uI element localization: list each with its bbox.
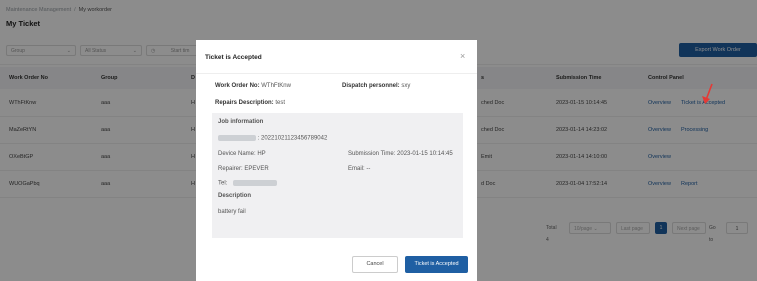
dispatch-field: Dispatch personnel: sxy xyxy=(342,83,410,89)
tel-row: Tel: xyxy=(218,180,278,187)
redacted-label xyxy=(218,135,256,141)
dialog-divider xyxy=(196,73,477,74)
description-value: battery fail xyxy=(218,209,246,215)
ticket-accepted-dialog: Ticket is Accepted × Work Order No: WThF… xyxy=(196,40,477,281)
work-order-value: WThFtKnw xyxy=(261,83,291,89)
close-icon[interactable]: × xyxy=(460,51,465,61)
dispatch-label: Dispatch personnel: xyxy=(342,83,400,89)
job-id-value: : 20221021123456789042 xyxy=(257,135,328,142)
dialog-title: Ticket is Accepted xyxy=(205,54,262,61)
repairs-label: Repairs Description: xyxy=(215,100,274,106)
cancel-button[interactable]: Cancel xyxy=(352,256,398,273)
dispatch-value: sxy xyxy=(401,83,411,89)
submission-time: Submission Time: 2023-01-15 10:14:45 xyxy=(348,151,453,157)
job-information-heading: Job information xyxy=(218,119,264,125)
repairs-value: test xyxy=(275,100,286,106)
job-id-row: : 20221021123456789042 xyxy=(218,135,327,142)
repairs-field: Repairs Description: test xyxy=(215,100,285,106)
red-arrow-annotation xyxy=(702,83,713,104)
ticket-accepted-button[interactable]: Ticket is Accepted xyxy=(405,256,468,273)
description-heading: Description xyxy=(218,193,252,199)
device-name: Device Name: HP xyxy=(218,151,266,157)
redacted-phone xyxy=(233,180,278,186)
work-order-field: Work Order No: WThFtKnw xyxy=(215,83,291,89)
repairer: Repairer: EPEVER xyxy=(218,166,269,172)
tel-label: Tel: xyxy=(218,180,228,187)
email: Email: -- xyxy=(348,166,371,172)
job-information-panel: Job information : 20221021123456789042 D… xyxy=(212,113,463,238)
work-order-label: Work Order No: xyxy=(215,83,260,89)
